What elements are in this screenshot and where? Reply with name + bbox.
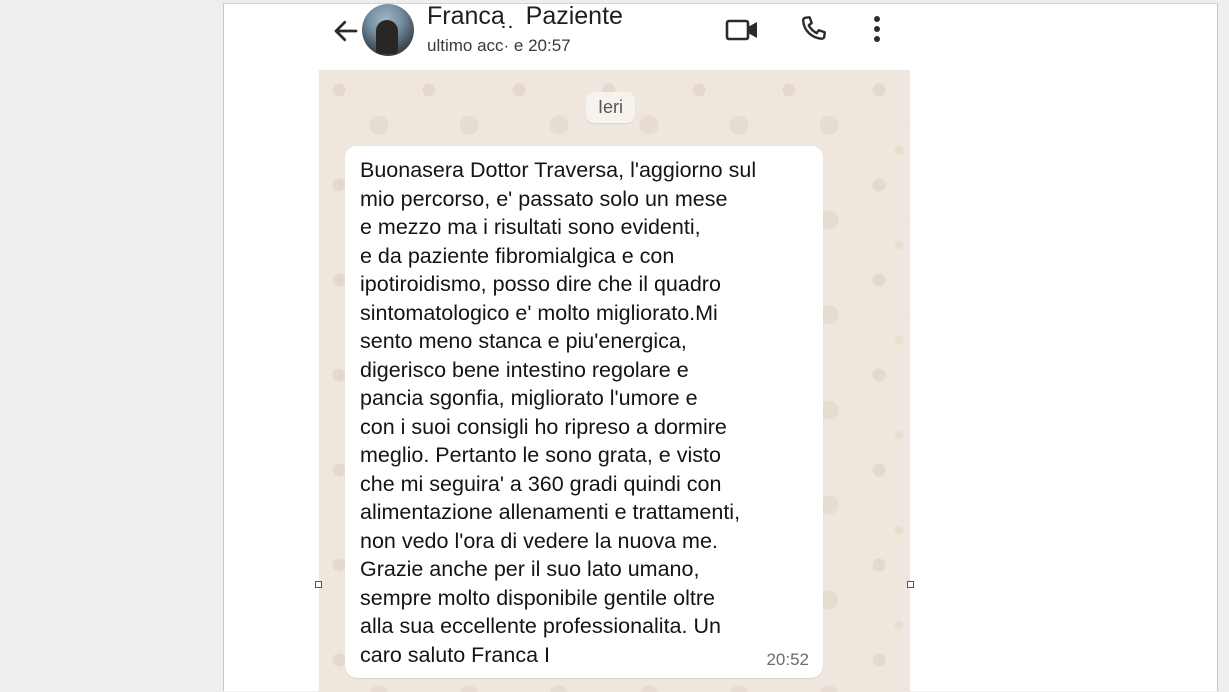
chat-header: Franca ̣ ̣ Paziente ultimo acc· e 20:57 — [319, 4, 910, 70]
document-page: Franca ̣ ̣ Paziente ultimo acc· e 20:57 … — [223, 3, 1218, 692]
last-seen-status: ultimo acc· e 20:57 — [427, 36, 571, 55]
more-vertical-icon[interactable] — [865, 13, 889, 45]
message-bubble[interactable]: Buonasera Dottor Traversa, l'aggiorno su… — [345, 146, 823, 678]
avatar[interactable] — [362, 4, 414, 56]
contact-name[interactable]: Franca ̣ ̣ Paziente — [427, 4, 623, 31]
message-time: 20:52 — [766, 650, 809, 669]
arrow-left-icon[interactable] — [331, 16, 361, 46]
resize-handle-left[interactable] — [315, 581, 322, 588]
date-separator: Ieri — [586, 92, 636, 123]
phone-icon[interactable] — [797, 13, 829, 45]
resize-handle-right[interactable] — [907, 581, 914, 588]
message-text: Buonasera Dottor Traversa, l'aggiorno su… — [360, 158, 757, 667]
chat-screenshot[interactable]: Franca ̣ ̣ Paziente ultimo acc· e 20:57 … — [319, 4, 910, 692]
video-camera-icon[interactable] — [725, 15, 759, 45]
